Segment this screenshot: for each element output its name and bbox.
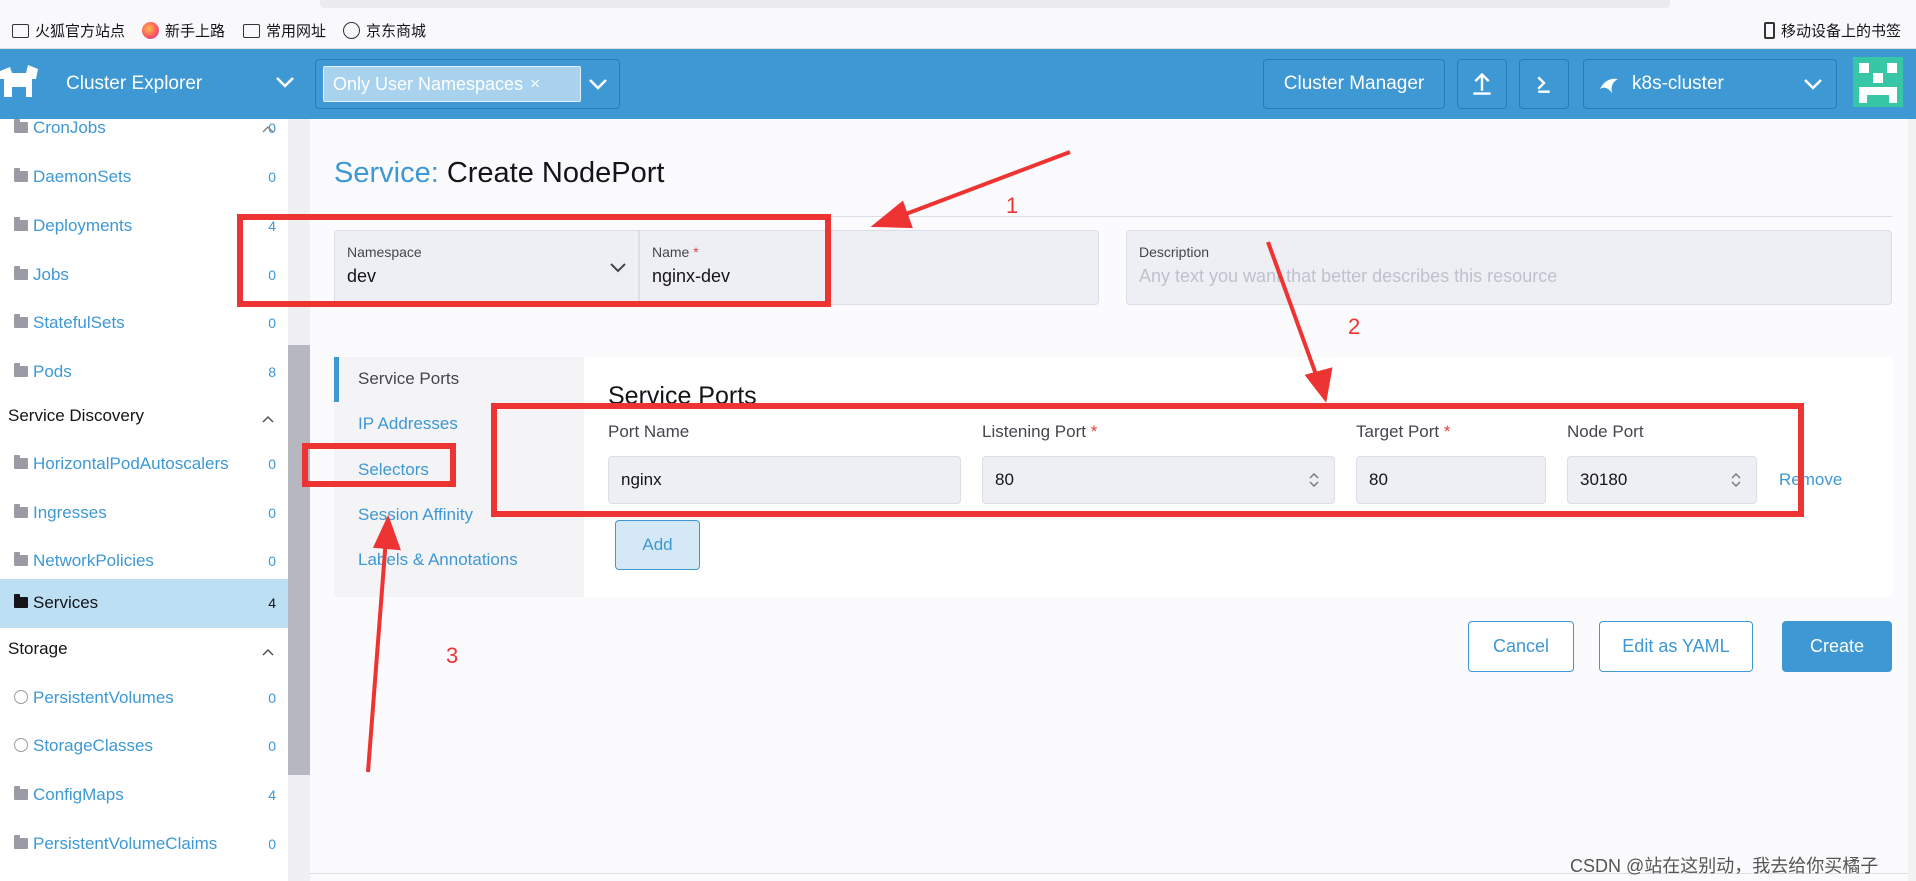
sidebar-item-configmaps[interactable]: ConfigMaps 4 — [0, 771, 288, 819]
chevron-down-icon[interactable] — [274, 71, 296, 93]
terminal-icon — [1537, 76, 1550, 93]
folder-icon — [14, 314, 28, 328]
tab-session-affinity[interactable]: Session Affinity — [358, 505, 473, 525]
bookmarks-bar: 火狐官方站点 新手上路 常用网址 京东商城 移动设备上的书签 — [0, 0, 1916, 49]
folder-icon — [14, 168, 28, 182]
tab-strip-edge — [320, 0, 1670, 8]
add-port-button[interactable]: Add — [615, 520, 700, 570]
sidebar-scrollbar-thumb[interactable] — [288, 345, 310, 775]
folder-icon — [14, 455, 28, 469]
app-header: Cluster Explorer Only User Namespaces × … — [0, 49, 1916, 119]
create-button[interactable]: Create — [1782, 621, 1892, 672]
folder-icon — [14, 552, 28, 566]
annotation-number-1: 1 — [1006, 193, 1019, 218]
bookmark-item[interactable]: 京东商城 — [343, 20, 426, 41]
folder-icon — [14, 119, 28, 133]
globe-icon — [14, 690, 28, 704]
folder-icon — [243, 23, 260, 38]
description-field[interactable]: Description Any text you want that bette… — [1126, 230, 1892, 305]
watermark: CSDN @站在这别动，我去给你买橘子 — [1570, 856, 1879, 876]
sidebar-group-service-discovery[interactable]: Service Discovery — [8, 406, 144, 426]
annotation-number-2: 2 — [1348, 314, 1361, 339]
namespace-filter-chip: Only User Namespaces × — [323, 66, 581, 102]
user-avatar-icon — [1859, 63, 1897, 103]
page-title: Service: Create NodePort — [334, 157, 665, 189]
cluster-manager-button[interactable]: Cluster Manager — [1263, 59, 1445, 109]
folder-icon — [14, 835, 28, 849]
sidebar-item-hpa[interactable]: HorizontalPodAutoscalers 0 — [0, 440, 288, 488]
folder-icon — [14, 363, 28, 377]
sidebar-item-ingresses[interactable]: Ingresses 0 — [0, 489, 288, 537]
upload-icon — [1473, 72, 1491, 95]
cluster-explorer-title[interactable]: Cluster Explorer — [66, 73, 202, 95]
phone-icon — [1764, 22, 1775, 39]
globe-icon — [343, 22, 360, 39]
sidebar-item-daemonsets[interactable]: DaemonSets 0 — [0, 153, 288, 201]
close-icon[interactable]: × — [530, 74, 540, 94]
tab-ip-addresses[interactable]: IP Addresses — [358, 414, 458, 434]
chevron-down-icon[interactable] — [587, 73, 609, 95]
active-tab-indicator — [334, 357, 339, 402]
sidebar-item-networkpolicies[interactable]: NetworkPolicies 0 — [0, 537, 288, 585]
folder-icon — [14, 217, 28, 231]
sidebar-item-persistentvolumes[interactable]: PersistentVolumes 0 — [0, 674, 288, 722]
bookmark-item[interactable]: 火狐官方站点 — [12, 20, 125, 41]
sidebar-item-pods[interactable]: Pods 8 — [0, 348, 288, 396]
edit-as-yaml-button[interactable]: Edit as YAML — [1599, 621, 1753, 672]
cancel-button[interactable]: Cancel — [1468, 621, 1574, 672]
folder-icon — [14, 786, 28, 800]
avatar[interactable] — [1853, 57, 1903, 107]
firefox-icon — [142, 22, 159, 39]
page-scrollbar[interactable] — [1908, 119, 1916, 881]
annotation-box-3 — [302, 443, 456, 487]
folder-icon — [14, 504, 28, 518]
sidebar-group-storage[interactable]: Storage — [8, 639, 68, 659]
sidebar-item-services[interactable]: Services 4 — [0, 579, 288, 628]
sidebar-item-storageclasses[interactable]: StorageClasses 0 — [0, 722, 288, 770]
annotation-box-2 — [491, 403, 1804, 517]
bookmark-item[interactable]: 常用网址 — [243, 20, 326, 41]
chevron-up-icon[interactable] — [262, 648, 274, 656]
cluster-selector[interactable]: k8s-cluster — [1583, 59, 1837, 109]
cluster-icon — [1600, 78, 1618, 93]
kubectl-shell-button[interactable] — [1519, 59, 1569, 109]
import-yaml-button[interactable] — [1457, 59, 1507, 109]
folder-icon — [14, 266, 28, 280]
tab-service-ports[interactable]: Service Ports — [358, 369, 459, 389]
sidebar-item-persistentvolumeclaims[interactable]: PersistentVolumeClaims 0 — [0, 820, 288, 868]
chevron-up-icon[interactable] — [262, 125, 274, 133]
globe-icon — [14, 738, 28, 752]
folder-icon — [12, 23, 29, 38]
annotation-box-1 — [237, 214, 831, 307]
chevron-up-icon[interactable] — [262, 415, 274, 423]
bookmark-item[interactable]: 新手上路 — [142, 20, 225, 41]
mobile-bookmarks[interactable]: 移动设备上的书签 — [1764, 20, 1901, 41]
tab-labels-annotations[interactable]: Labels & Annotations — [358, 550, 518, 570]
namespace-filter[interactable]: Only User Namespaces × — [315, 59, 620, 109]
annotation-number-3: 3 — [446, 643, 459, 668]
folder-icon — [14, 594, 28, 608]
rancher-logo-icon — [0, 65, 38, 97]
sidebar-item-cronjobs[interactable]: CronJobs 0 — [0, 119, 288, 152]
chevron-down-icon — [1804, 79, 1822, 90]
